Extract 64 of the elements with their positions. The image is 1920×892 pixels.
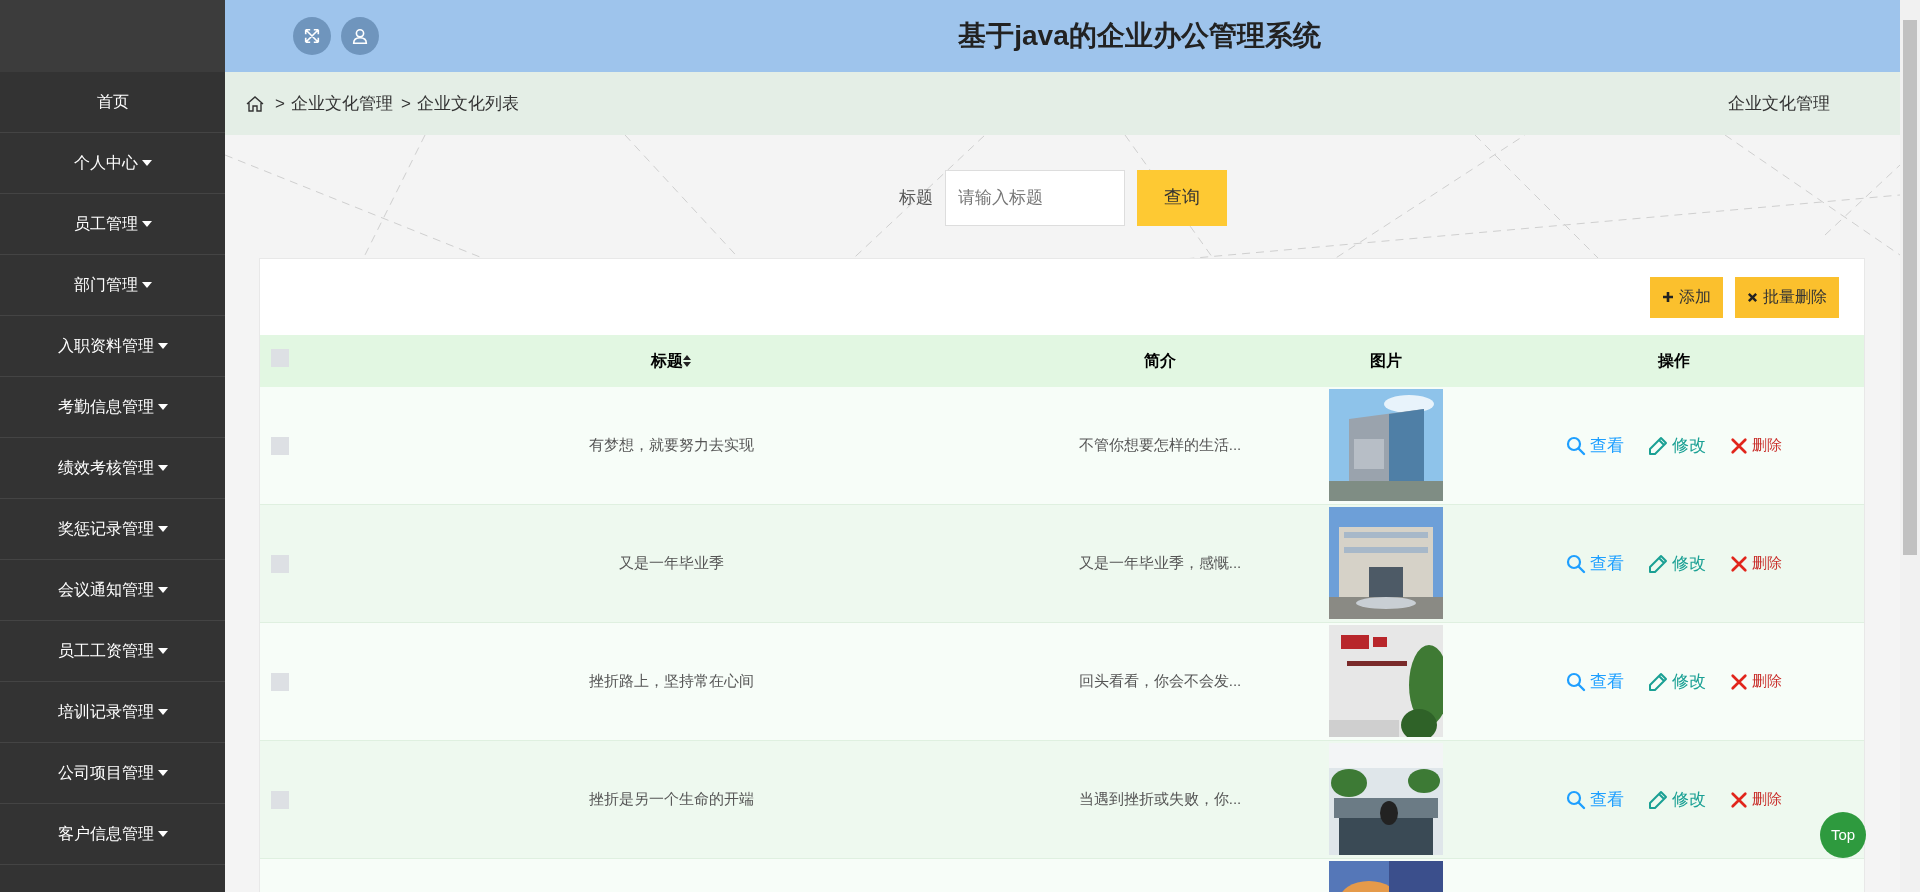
search-button[interactable]: 查询 bbox=[1136, 169, 1227, 226]
batch-delete-button[interactable]: 批量删除 bbox=[1735, 276, 1839, 318]
search-field[interactable]: 请输入标题 bbox=[944, 169, 1125, 226]
column-header: 简介 bbox=[1144, 351, 1176, 371]
delete-link[interactable]: 删除 bbox=[1730, 670, 1782, 693]
close-icon bbox=[1730, 436, 1748, 455]
table-cell-text: 又是一年毕业季 bbox=[618, 553, 724, 574]
sidebar-item[interactable]: 会议通知管理 bbox=[0, 560, 225, 621]
window-title: 基于java的企业办公管理系统 bbox=[958, 19, 1321, 53]
table-cell-text: 当遇到挫折或失败，你... bbox=[1078, 789, 1242, 810]
search-icon bbox=[1566, 789, 1586, 810]
table-cell-text: 挫折是另一个生命的开端 bbox=[588, 789, 754, 810]
sidebar-item[interactable]: 公司项目管理 bbox=[0, 743, 225, 804]
pencil-icon bbox=[1648, 435, 1668, 456]
fullscreen-button[interactable] bbox=[293, 17, 331, 55]
table-cell-text: 挫折路上，坚持常在心间 bbox=[588, 671, 754, 692]
column-header: 操作 bbox=[1658, 351, 1690, 371]
row-checkbox[interactable] bbox=[271, 436, 289, 455]
expand-icon bbox=[303, 27, 321, 45]
close-icon bbox=[1730, 672, 1748, 691]
breadcrumb-separator: > bbox=[275, 92, 285, 115]
sort-icon bbox=[683, 355, 691, 367]
breadcrumb-separator: > bbox=[400, 92, 411, 115]
column-header[interactable]: 标题 bbox=[651, 349, 691, 373]
pencil-icon bbox=[1648, 789, 1668, 810]
sidebar-item[interactable]: 绩效考核管理 bbox=[0, 438, 225, 499]
search-label: 标题 bbox=[898, 186, 933, 209]
scrollbar-thumb[interactable] bbox=[1903, 20, 1917, 555]
breadcrumb-link[interactable]: 企业文化列表 bbox=[416, 90, 519, 117]
sidebar-item[interactable]: 培训记录管理 bbox=[0, 682, 225, 743]
search-icon bbox=[1566, 553, 1586, 574]
delete-link[interactable]: 删除 bbox=[1730, 788, 1782, 811]
sidebar-item[interactable]: 员工管理 bbox=[0, 194, 225, 255]
sidebar-item[interactable]: 奖惩记录管理 bbox=[0, 499, 225, 560]
row-checkbox[interactable] bbox=[271, 790, 289, 809]
plus-icon bbox=[1662, 291, 1674, 303]
delete-link[interactable]: 删除 bbox=[1730, 552, 1782, 575]
table-cell-text: 又是一年毕业季，感慨... bbox=[1078, 553, 1242, 574]
page-title: 企业文化管理 bbox=[1728, 92, 1830, 115]
sidebar-item[interactable]: 入职资料管理 bbox=[0, 316, 225, 377]
pencil-icon bbox=[1648, 671, 1668, 692]
column-header: 图片 bbox=[1370, 351, 1402, 371]
close-icon bbox=[1747, 291, 1758, 303]
sidebar-item[interactable]: 考勤信息管理 bbox=[0, 377, 225, 438]
sidebar-item[interactable]: 个人中心 bbox=[0, 133, 225, 194]
row-checkbox[interactable] bbox=[271, 672, 289, 691]
search-icon bbox=[1566, 671, 1586, 692]
close-icon bbox=[1730, 554, 1748, 573]
home-icon[interactable] bbox=[245, 93, 265, 114]
sidebar-item[interactable]: 员工工资管理 bbox=[0, 621, 225, 682]
sidebar-item[interactable]: 部门管理 bbox=[0, 255, 225, 316]
close-icon bbox=[1730, 790, 1748, 809]
user-button[interactable] bbox=[341, 17, 379, 55]
table-cell-text: 回头看看，你会不会发... bbox=[1078, 671, 1242, 692]
table-cell-text: 有梦想，就要努力去实现 bbox=[588, 435, 754, 456]
row-checkbox[interactable] bbox=[271, 554, 289, 573]
table-cell-text: 不管你想要怎样的生活... bbox=[1078, 435, 1242, 456]
user-icon bbox=[351, 27, 369, 45]
delete-link[interactable]: 删除 bbox=[1730, 434, 1782, 457]
pencil-icon bbox=[1648, 553, 1668, 574]
add-button[interactable]: 添加 bbox=[1650, 276, 1723, 318]
search-icon bbox=[1566, 435, 1586, 456]
sidebar-item[interactable]: 客户信息管理 bbox=[0, 804, 225, 865]
breadcrumb-link[interactable]: 企业文化管理 bbox=[290, 90, 393, 117]
